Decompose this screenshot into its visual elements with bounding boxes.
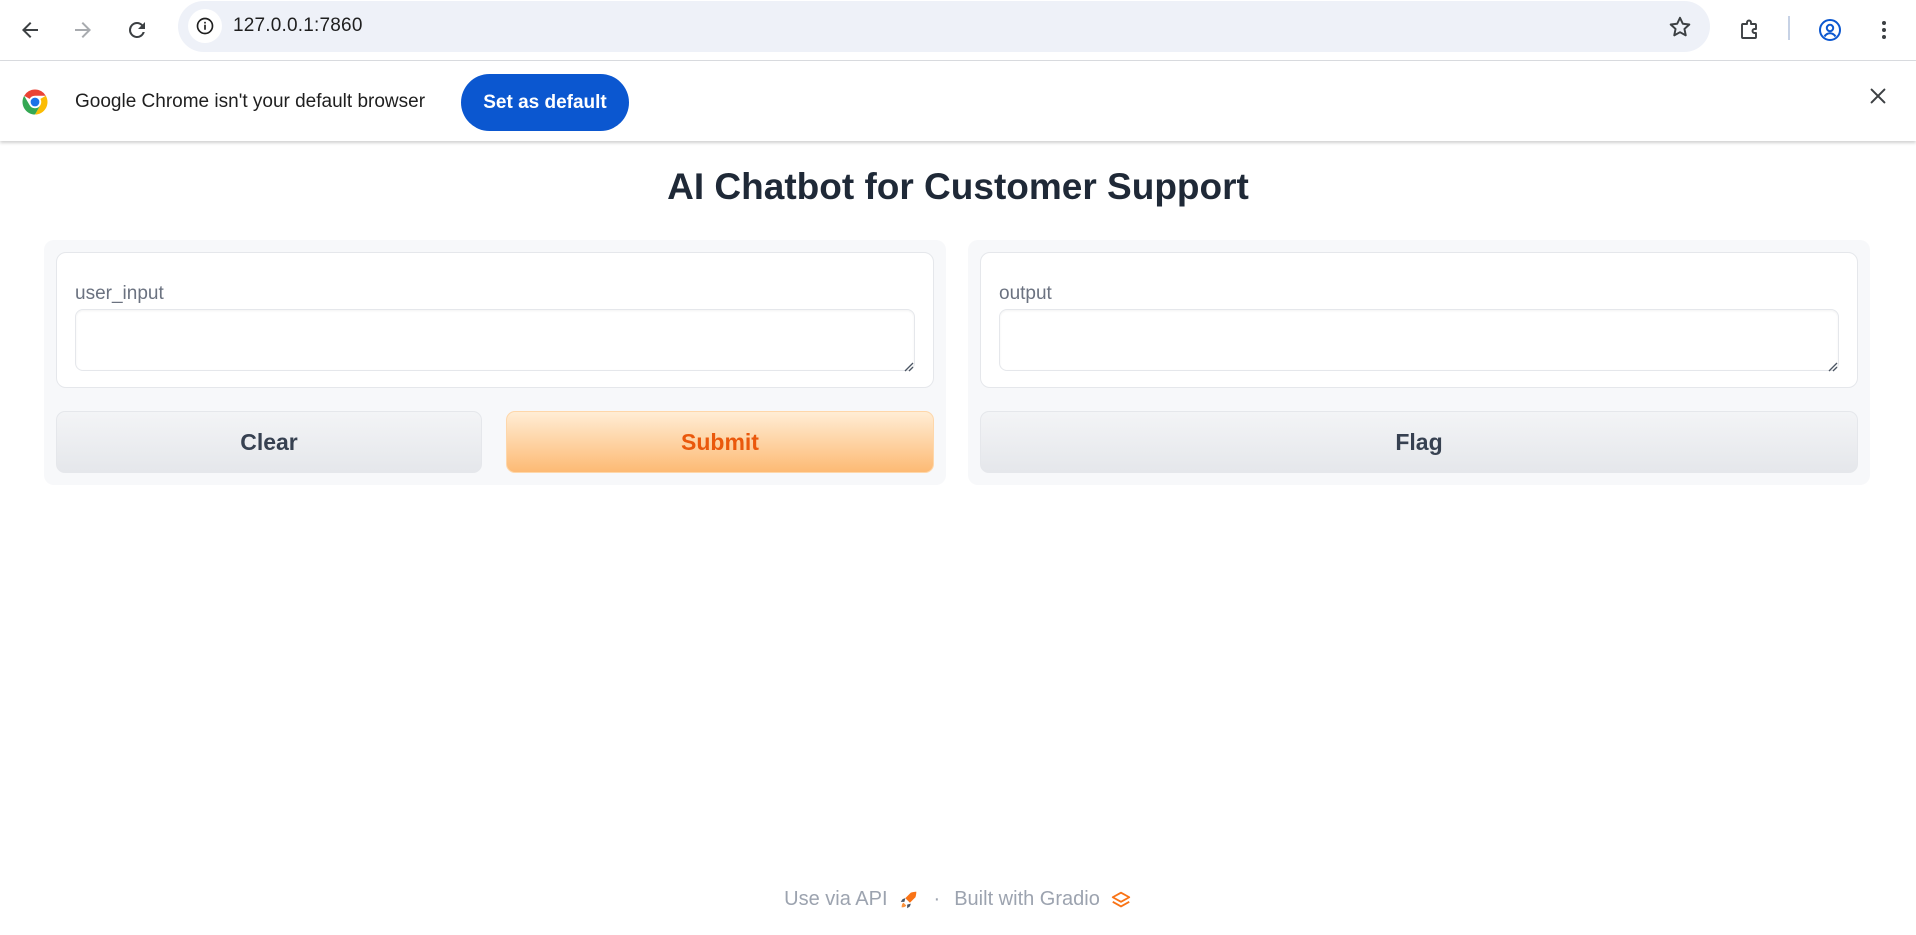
output-label: output bbox=[999, 283, 1052, 304]
resize-grip-icon[interactable] bbox=[1826, 360, 1838, 372]
close-icon bbox=[1870, 88, 1886, 104]
footer: Use via API · Built with Gradio bbox=[0, 888, 1916, 911]
star-icon bbox=[1669, 16, 1691, 37]
user-input-label: user_input bbox=[75, 283, 164, 304]
kebab-menu-icon bbox=[1882, 21, 1886, 39]
built-with-gradio-link[interactable]: Built with Gradio bbox=[954, 888, 1100, 911]
url-text[interactable]: 127.0.0.1:7860 bbox=[233, 15, 363, 37]
extensions-button[interactable] bbox=[1728, 8, 1772, 52]
forward-button[interactable] bbox=[61, 8, 105, 52]
account-icon bbox=[1819, 19, 1841, 41]
input-panel: user_input Clear Submit bbox=[44, 240, 946, 485]
infobar-message: Google Chrome isn't your default browser bbox=[75, 91, 426, 112]
output-block: output bbox=[980, 252, 1858, 388]
bookmark-button[interactable] bbox=[1666, 13, 1694, 41]
info-icon bbox=[196, 17, 214, 35]
use-via-api-link[interactable]: Use via API bbox=[784, 888, 887, 911]
site-info-button[interactable] bbox=[188, 9, 222, 43]
default-browser-infobar: Google Chrome isn't your default browser… bbox=[0, 61, 1916, 141]
address-bar[interactable]: 127.0.0.1:7860 bbox=[178, 1, 1710, 52]
output-panel: output Flag bbox=[968, 240, 1870, 485]
infobar-close-button[interactable] bbox=[1864, 82, 1892, 110]
set-as-default-button[interactable]: Set as default bbox=[461, 74, 629, 131]
page-title: AI Chatbot for Customer Support bbox=[667, 166, 1249, 207]
footer-separator: · bbox=[933, 888, 941, 910]
submit-button[interactable]: Submit bbox=[506, 411, 934, 473]
output-textarea[interactable] bbox=[999, 309, 1839, 371]
rocket-icon bbox=[898, 889, 920, 911]
profile-button[interactable] bbox=[1808, 8, 1852, 52]
reload-button[interactable] bbox=[115, 8, 159, 52]
resize-grip-icon[interactable] bbox=[902, 360, 914, 372]
user-input-textarea[interactable] bbox=[75, 309, 915, 371]
gradio-logo-icon bbox=[1110, 889, 1132, 911]
browser-toolbar: 127.0.0.1:7860 bbox=[0, 0, 1916, 61]
puzzle-icon bbox=[1741, 19, 1757, 39]
toolbar-divider bbox=[1788, 16, 1790, 40]
reload-icon bbox=[129, 21, 145, 38]
back-button[interactable] bbox=[8, 8, 52, 52]
browser-menu-button[interactable] bbox=[1862, 8, 1906, 52]
arrow-left-icon bbox=[22, 22, 38, 38]
flag-button[interactable]: Flag bbox=[980, 411, 1858, 473]
chrome-logo-icon bbox=[22, 89, 48, 115]
clear-button[interactable]: Clear bbox=[56, 411, 482, 473]
arrow-right-icon bbox=[75, 22, 91, 38]
user-input-block: user_input bbox=[56, 252, 934, 388]
